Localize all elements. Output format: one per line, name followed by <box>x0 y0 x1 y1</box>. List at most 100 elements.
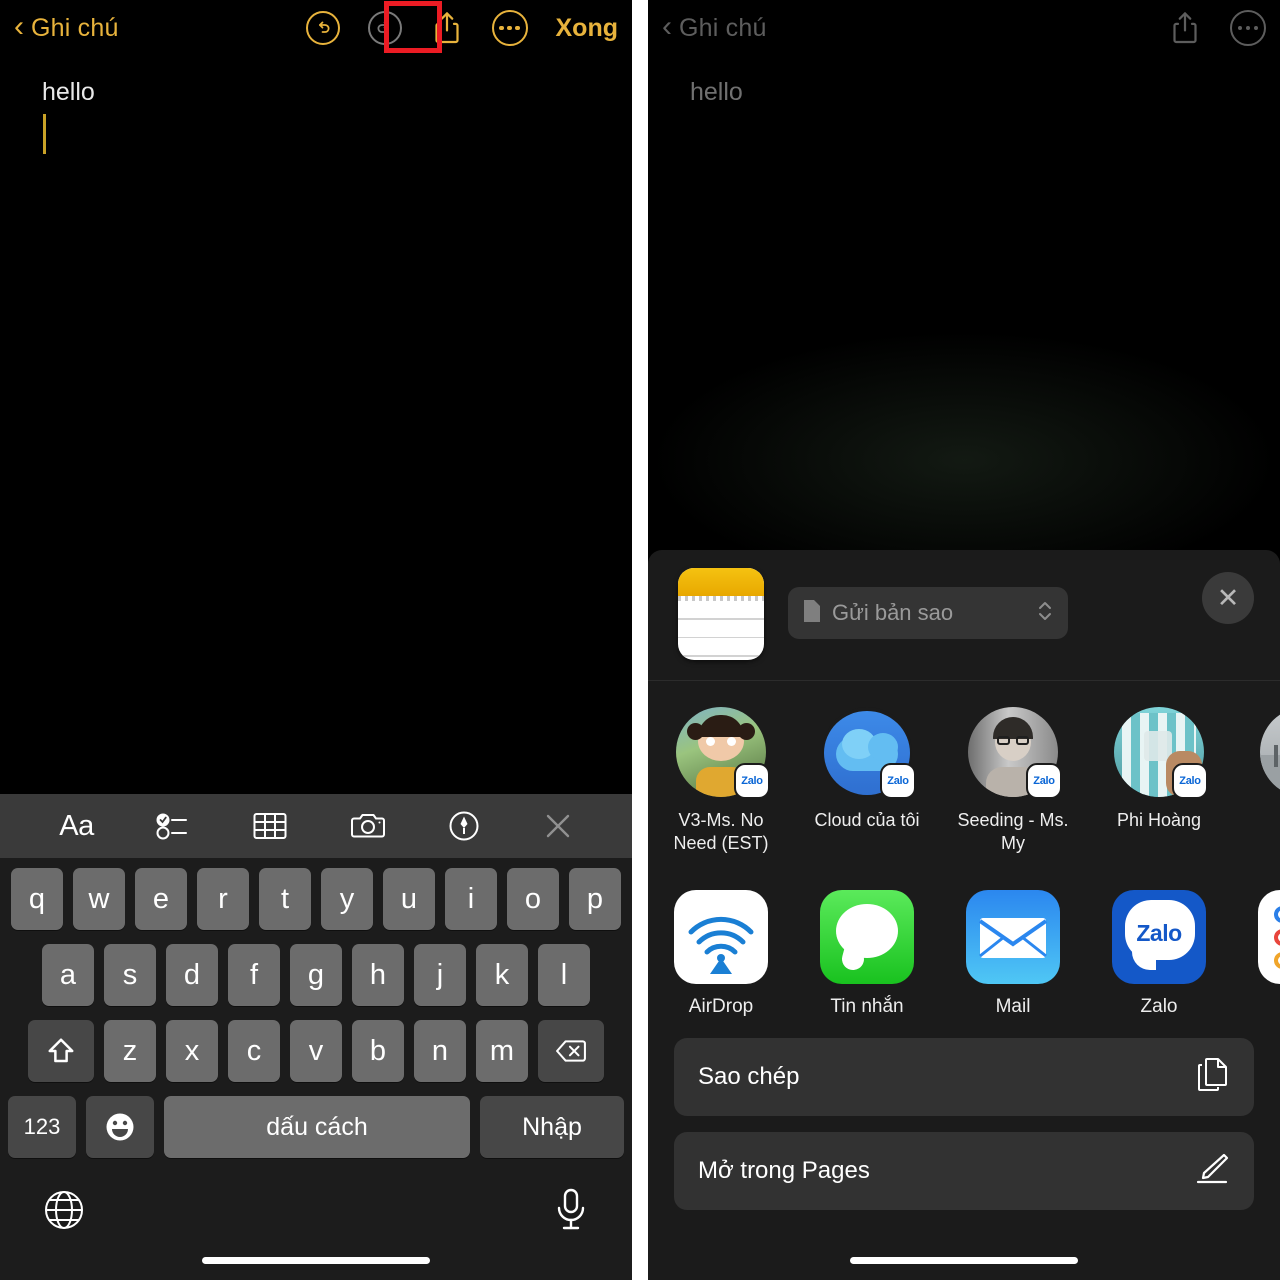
redo-button[interactable] <box>367 11 402 45</box>
undo-icon <box>319 21 330 33</box>
key-l[interactable]: l <box>538 944 590 1006</box>
contact-item[interactable]: V3- <box>1232 707 1280 854</box>
back-button[interactable]: ‹ Ghi chú <box>14 11 119 43</box>
key-w[interactable]: w <box>73 868 125 930</box>
mail-icon <box>966 890 1060 984</box>
key-j[interactable]: j <box>414 944 466 1006</box>
key-c[interactable]: c <box>228 1020 280 1082</box>
key-e[interactable]: e <box>135 868 187 930</box>
emoji-key[interactable] <box>86 1096 154 1158</box>
pen-icon <box>1196 1153 1229 1183</box>
zalo-badge-label: Zalo <box>1179 775 1201 787</box>
share-mode-select[interactable]: Gửi bản sao <box>788 587 1068 639</box>
shift-icon <box>48 1038 74 1063</box>
notes-icon-line <box>678 636 764 638</box>
app-item[interactable]: Tin nhắn <box>794 890 940 1018</box>
key-y[interactable]: y <box>321 868 373 930</box>
key-n[interactable]: n <box>414 1020 466 1082</box>
app-item[interactable]: Lờ <box>1232 890 1280 1018</box>
dictation-button[interactable] <box>552 1186 590 1239</box>
numbers-key[interactable]: 123 <box>8 1096 76 1158</box>
zalo-badge-label: Zalo <box>887 775 909 787</box>
open-in-pages-action-row[interactable]: Mở trong Pages <box>674 1132 1254 1210</box>
markup-pen-icon <box>449 811 479 841</box>
keyboard-row-4: 123 dấu cách Nhập <box>0 1096 632 1158</box>
key-p[interactable]: p <box>569 868 621 930</box>
more-options-button[interactable] <box>491 10 528 46</box>
zalo-badge-label: Zalo <box>741 775 763 787</box>
pen-icon-wrap <box>1194 1152 1230 1191</box>
key-k[interactable]: k <box>476 944 528 1006</box>
zalo-badge: Zalo <box>880 763 916 799</box>
return-key[interactable]: Nhập <box>480 1096 624 1158</box>
app-item[interactable]: Mail <box>940 890 1086 1018</box>
share-sheet: Gửi bản sao ✕ Zalo V3-Ms. No Need (EST) … <box>648 550 1280 1280</box>
markup-button[interactable] <box>448 804 480 848</box>
contact-item[interactable]: Zalo Seeding - Ms. My <box>940 707 1086 854</box>
contact-item[interactable]: Zalo V3-Ms. No Need (EST) <box>648 707 794 854</box>
onscreen-keyboard[interactable]: Aa q w e r t y u i o p a s d f g h j k l… <box>0 794 632 1280</box>
keyboard-toolbar: Aa <box>0 794 632 858</box>
key-r[interactable]: r <box>197 868 249 930</box>
key-u[interactable]: u <box>383 868 435 930</box>
contacts-row[interactable]: Zalo V3-Ms. No Need (EST) Zalo Cloud của… <box>648 681 1280 864</box>
contact-item[interactable]: Zalo Phi Hoàng <box>1086 707 1232 854</box>
app-item[interactable]: Zalo Zalo <box>1086 890 1232 1018</box>
key-a[interactable]: a <box>42 944 94 1006</box>
keyboard-row-1: q w e r t y u i o p <box>0 868 632 930</box>
key-f[interactable]: f <box>228 944 280 1006</box>
shift-key[interactable] <box>28 1020 94 1082</box>
ellipsis-icon <box>1253 25 1259 31</box>
key-o[interactable]: o <box>507 868 559 930</box>
document-icon-wrap <box>802 599 822 628</box>
note-editor[interactable]: hello <box>0 56 632 154</box>
globe-button[interactable] <box>42 1188 86 1237</box>
open-in-pages-label: Mở trong Pages <box>698 1157 870 1184</box>
key-m[interactable]: m <box>476 1020 528 1082</box>
key-b[interactable]: b <box>352 1020 404 1082</box>
copy-icon-wrap <box>1196 1057 1230 1098</box>
backspace-key[interactable] <box>538 1020 604 1082</box>
contact-item[interactable]: Zalo Cloud của tôi <box>794 707 940 854</box>
app-item[interactable]: AirDrop <box>648 890 794 1018</box>
done-button[interactable]: Xong <box>556 14 619 43</box>
key-v[interactable]: v <box>290 1020 342 1082</box>
key-q[interactable]: q <box>11 868 63 930</box>
close-keyboard-button[interactable] <box>543 804 573 848</box>
ellipsis-icon <box>507 25 512 31</box>
key-g[interactable]: g <box>290 944 342 1006</box>
key-d[interactable]: d <box>166 944 218 1006</box>
key-x[interactable]: x <box>166 1020 218 1082</box>
zalo-badge: Zalo <box>1026 763 1062 799</box>
avatar-wrap: Zalo <box>822 707 916 799</box>
key-h[interactable]: h <box>352 944 404 1006</box>
notes-icon-perforation <box>678 596 764 601</box>
table-button[interactable] <box>253 804 287 848</box>
backspace-icon <box>556 1040 586 1062</box>
share-button[interactable] <box>430 8 464 48</box>
undo-button[interactable] <box>305 11 340 45</box>
apps-row[interactable]: AirDrop Tin nhắn Mail Zalo Zalo <box>648 864 1280 1028</box>
share-button[interactable] <box>1168 8 1202 48</box>
back-button-label: Ghi chú <box>679 13 767 42</box>
chevron-up-down-icon-wrap <box>1036 598 1054 629</box>
camera-button[interactable] <box>350 804 386 848</box>
key-t[interactable]: t <box>259 868 311 930</box>
back-button[interactable]: ‹ Ghi chú <box>662 11 767 43</box>
key-z[interactable]: z <box>104 1020 156 1082</box>
key-i[interactable]: i <box>445 868 497 930</box>
notes-app-icon <box>678 568 764 660</box>
globe-icon <box>45 1191 83 1229</box>
contact-name: V3-Ms. No Need (EST) <box>673 810 769 853</box>
format-text-button[interactable]: Aa <box>59 804 94 848</box>
checklist-button[interactable] <box>156 804 190 848</box>
table-icon <box>253 813 287 839</box>
right-navbar: ‹ Ghi chú <box>648 0 1280 56</box>
space-key[interactable]: dấu cách <box>164 1096 470 1158</box>
key-s[interactable]: s <box>104 944 156 1006</box>
close-share-sheet-button[interactable]: ✕ <box>1202 572 1254 624</box>
copy-action-row[interactable]: Sao chép <box>674 1038 1254 1116</box>
mail-envelope-icon <box>978 918 1048 958</box>
more-options-button[interactable] <box>1230 10 1266 46</box>
copy-icon <box>1198 1057 1227 1091</box>
